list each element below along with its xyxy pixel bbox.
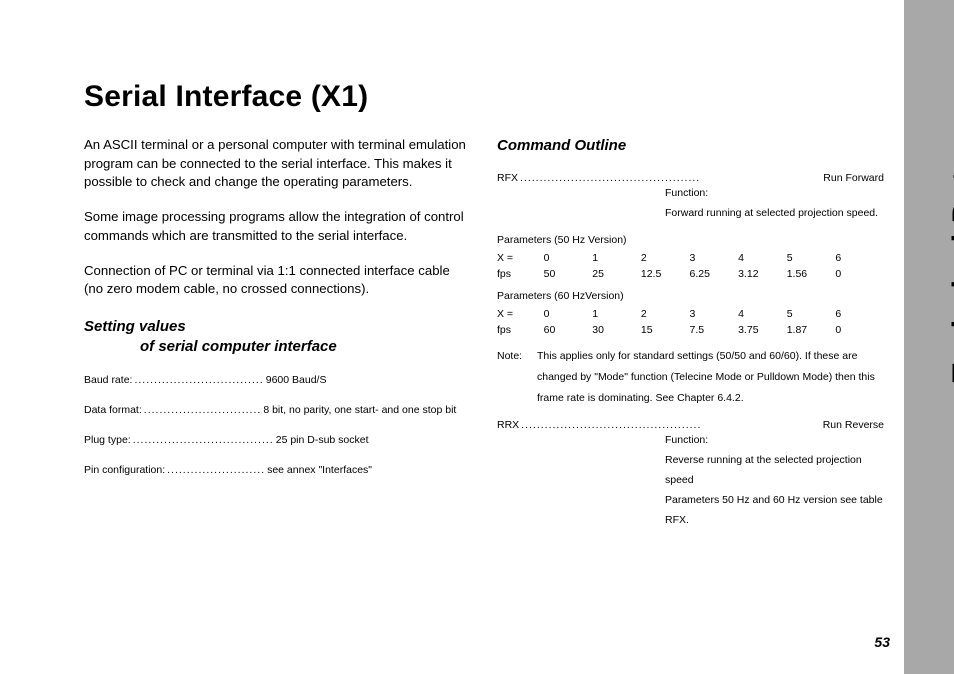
two-column-layout: An ASCII terminal or a personal computer… [84,136,884,541]
cell: 15 [641,322,690,338]
function-label: Function: [665,184,884,204]
cell: fps [497,322,544,338]
side-tab-label: Technical Data [946,152,954,383]
page-title: Serial Interface (X1) [84,80,884,114]
spec-value: see annex "Interfaces" [267,464,471,476]
command-value: Run Forward [823,172,884,184]
params-50hz-caption: Parameters (50 Hz Version) [497,234,884,246]
side-tab: Technical Data [904,0,954,674]
spec-plug-type: Plug type: .............................… [84,434,471,446]
function-text: Parameters 50 Hz and 60 Hz version see t… [665,491,884,511]
cell: 0 [835,266,884,282]
note-label: Note: [497,346,537,409]
cell: 3.12 [738,266,787,282]
spec-baud-rate: Baud rate: .............................… [84,374,471,386]
cell: 0 [544,250,593,266]
note-block: Note: This applies only for standard set… [497,346,884,409]
leader-dots: ......................... [165,464,267,476]
cell: 2 [641,250,690,266]
leader-dots: .............................. [142,404,264,416]
spec-label: Pin configuration: [84,464,165,476]
command-rfx: RFX ....................................… [497,172,884,184]
cell: 4 [738,250,787,266]
leader-dots: ........................................… [518,172,823,184]
table-row: X = 0 1 2 3 4 5 6 [497,306,884,322]
command-rrx-details: Function: Reverse running at the selecte… [497,431,884,531]
command-name: RFX [497,172,518,184]
setting-values-heading: Setting values of serial computer interf… [84,317,471,358]
spec-data-format: Data format: ...........................… [84,404,471,416]
command-outline-heading: Command Outline [497,136,884,156]
leader-dots: .................................... [131,434,276,446]
note-body: This applies only for standard settings … [537,346,884,409]
right-column: Command Outline RFX ....................… [497,136,884,541]
cell: 30 [592,322,641,338]
params-60hz-caption: Parameters (60 HzVersion) [497,290,884,302]
cell: 1 [592,250,641,266]
page-body: Serial Interface (X1) An ASCII terminal … [0,0,954,674]
cell: 0 [835,322,884,338]
function-text: Forward running at selected projection s… [665,204,884,224]
cell: 1 [592,306,641,322]
cell: 6 [835,306,884,322]
intro-paragraph-3: Connection of PC or terminal via 1:1 con… [84,262,471,299]
params-50hz-table: X = 0 1 2 3 4 5 6 fps 50 25 12.5 6.25 3.… [497,250,884,282]
left-column: An ASCII terminal or a personal computer… [84,136,471,541]
cell: 0 [544,306,593,322]
params-60hz-table: X = 0 1 2 3 4 5 6 fps 60 30 15 7.5 3.75 … [497,306,884,338]
spec-pin-config: Pin configuration: .....................… [84,464,471,476]
function-text: speed [665,471,884,491]
cell: 60 [544,322,593,338]
cell: fps [497,266,544,282]
cell: 6 [835,250,884,266]
spec-value: 9600 Baud/S [266,374,471,386]
cell: X = [497,306,544,322]
table-row: fps 60 30 15 7.5 3.75 1.87 0 [497,322,884,338]
heading-line-2: of serial computer interface [84,337,471,357]
cell: 3 [689,250,738,266]
intro-paragraph-2: Some image processing programs allow the… [84,208,471,245]
table-row: fps 50 25 12.5 6.25 3.12 1.56 0 [497,266,884,282]
intro-paragraph-1: An ASCII terminal or a personal computer… [84,136,471,192]
cell: 25 [592,266,641,282]
cell: 6.25 [689,266,738,282]
cell: 5 [787,306,836,322]
cell: X = [497,250,544,266]
spec-value: 25 pin D-sub socket [276,434,471,446]
function-label: Function: [665,431,884,451]
leader-dots: ................................. [132,374,265,386]
cell: 1.56 [787,266,836,282]
cell: 5 [787,250,836,266]
cell: 12.5 [641,266,690,282]
command-name: RRX [497,419,519,431]
command-value: Run Reverse [823,419,884,431]
leader-dots: ........................................… [519,419,823,431]
spec-label: Baud rate: [84,374,132,386]
cell: 3.75 [738,322,787,338]
page-number: 53 [874,634,890,650]
spec-value: 8 bit, no parity, one start- and one sto… [263,404,471,416]
spec-label: Plug type: [84,434,131,446]
function-text: RFX. [665,511,884,531]
cell: 50 [544,266,593,282]
cell: 7.5 [689,322,738,338]
command-rfx-details: Function: Forward running at selected pr… [497,184,884,224]
function-text: Reverse running at the selected projecti… [665,451,884,471]
table-row: X = 0 1 2 3 4 5 6 [497,250,884,266]
heading-line-1: Setting values [84,318,186,335]
command-rrx: RRX ....................................… [497,419,884,431]
cell: 4 [738,306,787,322]
cell: 3 [689,306,738,322]
cell: 2 [641,306,690,322]
spec-label: Data format: [84,404,142,416]
cell: 1.87 [787,322,836,338]
